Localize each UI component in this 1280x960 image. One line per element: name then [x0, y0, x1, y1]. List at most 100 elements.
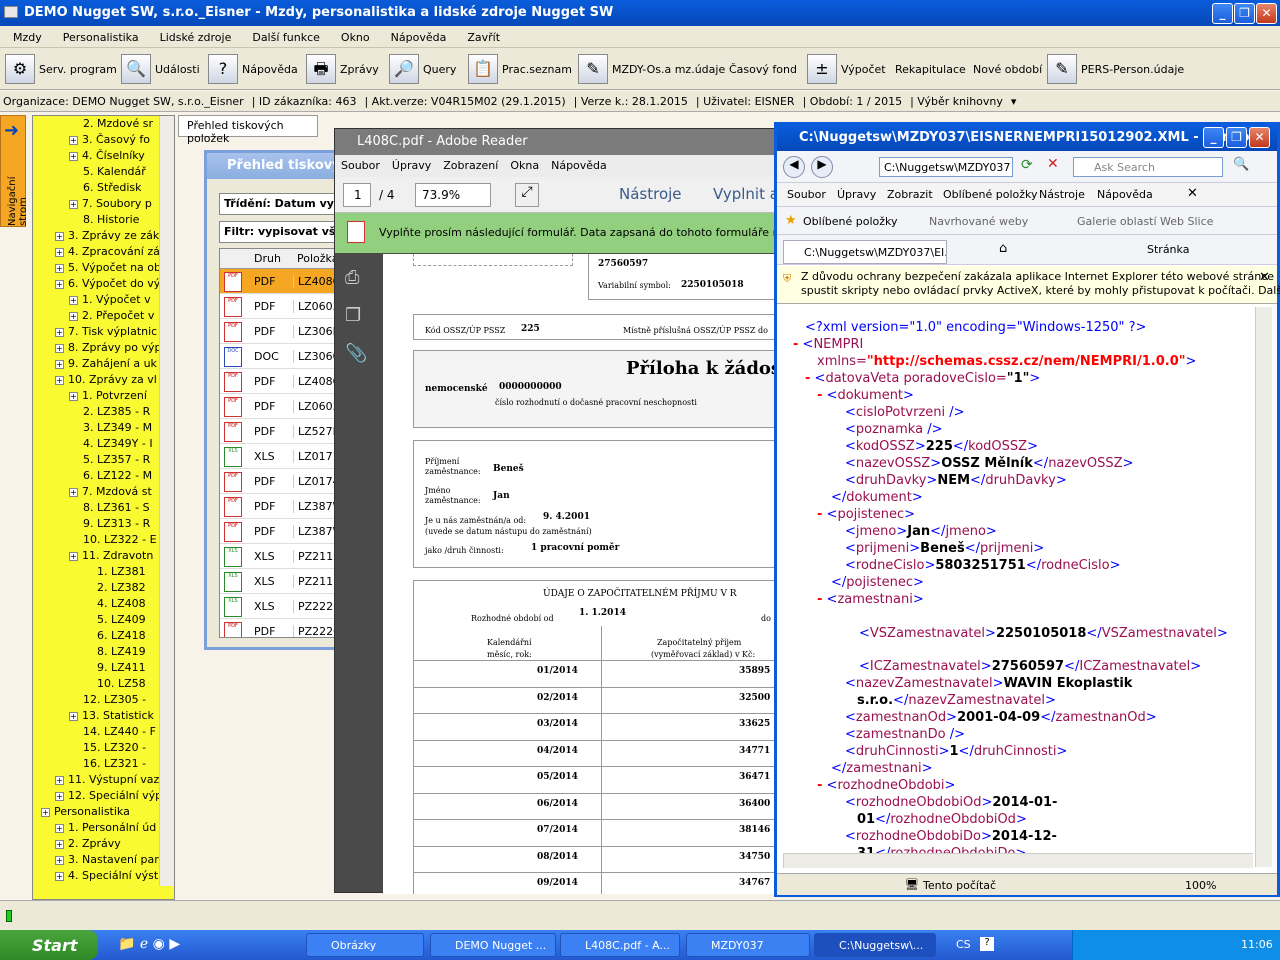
pers-button[interactable]: ✎ PERS-Person.údaje — [1044, 52, 1184, 86]
tree-item[interactable]: 4. LZ408 — [33, 596, 174, 612]
tree-item[interactable]: +1. Výpočet v — [33, 292, 174, 308]
tree-expand-icon[interactable]: + — [69, 151, 78, 161]
tree-item[interactable]: +2. Zprávy — [33, 836, 174, 852]
tree-item[interactable]: +1. Personální úd — [33, 820, 174, 836]
ie-menu-zobrazit[interactable]: Zobrazit — [887, 188, 933, 201]
tree-expand-icon[interactable]: + — [55, 855, 64, 865]
tree-expand-icon[interactable]: + — [55, 247, 64, 257]
tree-item[interactable]: 2. Mzdové sr — [33, 116, 174, 132]
table-row[interactable]: XLS XLS PZ2223 — [220, 594, 338, 619]
task-demo-nugget[interactable]: DEMO Nugget ... — [430, 933, 556, 957]
media-icon[interactable]: ▶ — [169, 936, 180, 952]
vypocet-button[interactable]: ± Výpočet — [804, 52, 886, 86]
tree-item[interactable]: +6. Výpočet do vý — [33, 276, 174, 292]
table-row[interactable]: PDF PDF LZ408C — [220, 369, 338, 394]
tree-item[interactable]: +3. Zprávy ze zák — [33, 228, 174, 244]
table-row[interactable]: PDF PDF LZ387W — [220, 494, 338, 519]
tree-expand-icon[interactable]: + — [69, 311, 78, 321]
ie-hscroll[interactable] — [783, 853, 1253, 868]
ie-maximize-button[interactable]: ❐ — [1226, 127, 1247, 148]
tree-expand-icon[interactable]: + — [55, 279, 64, 289]
tree-item[interactable]: +11. Výstupní vaz — [33, 772, 174, 788]
tree-item[interactable]: +7. Mzdová st — [33, 484, 174, 500]
menu-dalsi-funkce[interactable]: Další funkce — [239, 26, 328, 44]
address-input[interactable]: C:\Nuggetsw\MZDY037 — [879, 157, 1013, 177]
tree-item[interactable]: +4. Speciální výst — [33, 868, 174, 884]
filter-field[interactable]: Filtr: vypisovat vše — [219, 221, 339, 243]
refresh-icon[interactable]: ⟳ — [1021, 157, 1033, 173]
web-slice-gallery[interactable]: Galerie oblastí Web Slice — [1077, 215, 1213, 228]
tree-expand-icon[interactable]: + — [55, 359, 64, 369]
tree-item[interactable]: 2. LZ385 - R — [33, 404, 174, 420]
tab-prehled[interactable]: Přehled tiskových položek — [178, 115, 318, 145]
security-bar[interactable]: ⛨ Z důvodu ochrany bezpečení zakázala ap… — [777, 266, 1280, 304]
close-button[interactable]: ✕ — [1256, 3, 1277, 24]
xml-toggle[interactable]: - — [817, 592, 822, 607]
tree-item[interactable]: 6. LZ418 — [33, 628, 174, 644]
tree-expand-icon[interactable]: + — [55, 871, 64, 881]
tree-expand-icon[interactable]: + — [55, 791, 64, 801]
mzdy-os-button[interactable]: ✎ MZDY-Os.a mz.údaje — [575, 52, 725, 86]
folder-icon[interactable]: 📁 — [118, 936, 135, 952]
tree-item[interactable]: 5. Kalendář — [33, 164, 174, 180]
zpravy-button[interactable]: 🖶 Zprávy — [303, 52, 379, 86]
tree-expand-icon[interactable]: + — [69, 551, 78, 561]
tree-item[interactable]: 6. Středisk — [33, 180, 174, 196]
pdf-menu-zobrazeni[interactable]: Zobrazení — [437, 155, 504, 172]
security-close-icon[interactable]: ✕ — [1259, 270, 1270, 285]
tree-item[interactable]: +1. Potvrzení — [33, 388, 174, 404]
attachment-icon[interactable]: 📎 — [345, 343, 367, 364]
ie-menu-upravy[interactable]: Úpravy — [837, 188, 876, 201]
page-input[interactable]: 1 — [343, 183, 371, 207]
sort-field[interactable]: Třídění: Datum vy — [219, 193, 339, 215]
tree-expand-icon[interactable]: + — [69, 711, 78, 721]
tools-button[interactable]: Nástroje — [619, 185, 682, 203]
search-icon[interactable]: 🔍 — [1233, 157, 1249, 172]
ie-tab[interactable]: C:\Nuggetsw\MZDY037\EI... — [783, 240, 947, 264]
table-row[interactable]: PDF PDF LZ0174 — [220, 469, 338, 494]
help-tray-icon[interactable]: ? — [980, 937, 994, 951]
library-select[interactable]: Výběr knihovny — [917, 95, 1003, 108]
tree-item[interactable]: +8. Zprávy po výp — [33, 340, 174, 356]
table-row[interactable]: PDF PDF LZ527P — [220, 419, 338, 444]
nav-tree-tab[interactable]: ➜ Navigační strom — [0, 115, 29, 227]
xml-toggle[interactable]: - — [793, 337, 798, 352]
table-row[interactable]: PDF PDF LZ387W — [220, 519, 338, 544]
casovy-fond-button[interactable]: Časový fond — [726, 52, 797, 86]
tree-expand-icon[interactable]: + — [69, 295, 78, 305]
tree-item[interactable]: +12. Speciální výp — [33, 788, 174, 804]
favorites-button[interactable]: Oblíbené položky — [803, 215, 898, 228]
nove-obdobi-button[interactable]: Nové období — [970, 52, 1042, 86]
tree-item[interactable]: 2. LZ382 — [33, 580, 174, 596]
tree-expand-icon[interactable]: + — [41, 807, 50, 817]
udalosti-button[interactable]: 🔍 Události — [118, 52, 200, 86]
napoveda-button[interactable]: ? Nápověda — [205, 52, 298, 86]
back-icon[interactable]: ◀ — [783, 156, 805, 178]
fill-sign-button[interactable]: Vyplnit a — [713, 185, 779, 203]
tree-item[interactable]: 10. LZ58 — [33, 676, 174, 692]
col-druh[interactable]: Druh — [254, 252, 281, 265]
fit-icon[interactable]: ⤢ — [515, 183, 539, 207]
task-ie[interactable]: C:\Nuggetsw\... — [814, 933, 936, 957]
tree-item[interactable]: +5. Výpočet na ob — [33, 260, 174, 276]
tree-item[interactable]: +10. Zprávy za vl — [33, 372, 174, 388]
home-icon[interactable]: ⌂ — [999, 241, 1007, 256]
tree-item[interactable]: 15. LZ320 - — [33, 740, 174, 756]
tree-item[interactable]: +4. Číselníky — [33, 148, 174, 164]
ie-close-button[interactable]: ✕ — [1249, 127, 1270, 148]
xml-toggle[interactable]: - — [817, 388, 822, 403]
tree-expand-icon[interactable]: + — [69, 135, 78, 145]
tree-item[interactable]: 8. LZ419 — [33, 644, 174, 660]
clock[interactable]: 11:06 — [1241, 938, 1273, 951]
pdf-menu-upravy[interactable]: Úpravy — [386, 155, 437, 172]
tree-item[interactable]: 16. LZ321 - — [33, 756, 174, 772]
pdf-menu-okna[interactable]: Okna — [504, 155, 545, 172]
tree-item[interactable]: 8. LZ361 - S — [33, 500, 174, 516]
tree-expand-icon[interactable]: + — [55, 343, 64, 353]
tree-expand-icon[interactable]: + — [55, 231, 64, 241]
tree-item[interactable]: +3. Časový fo — [33, 132, 174, 148]
task-adobe[interactable]: L408C.pdf - A... — [560, 933, 680, 957]
tree-expand-icon[interactable]: + — [55, 823, 64, 833]
tree-item[interactable]: 5. LZ357 - R — [33, 452, 174, 468]
xml-toggle[interactable]: - — [817, 778, 822, 793]
